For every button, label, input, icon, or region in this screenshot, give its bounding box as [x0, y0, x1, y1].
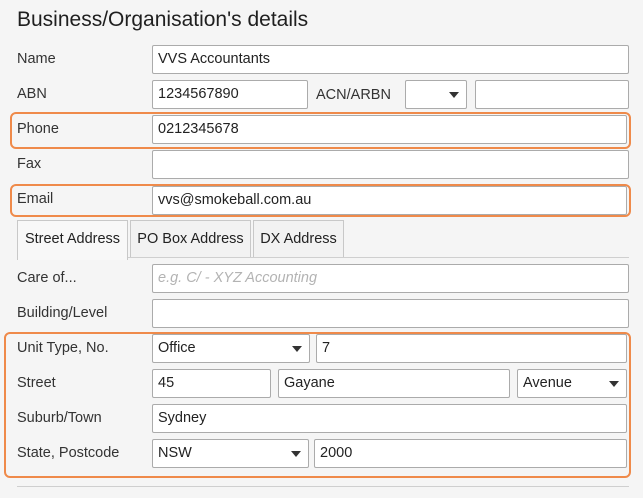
fax-input[interactable] [152, 150, 629, 179]
bottom-divider [17, 486, 629, 487]
street-label: Street [17, 375, 56, 391]
street-number-input[interactable]: 45 [152, 369, 271, 398]
tab-strip-divider [128, 257, 629, 258]
phone-input[interactable]: 0212345678 [152, 115, 627, 144]
chevron-down-icon [609, 381, 619, 387]
street-name-input[interactable]: Gayane [278, 369, 510, 398]
unit-type-label: Unit Type, No. [17, 340, 109, 356]
building-level-input[interactable] [152, 299, 629, 328]
state-value: NSW [158, 445, 192, 461]
street-type-select[interactable]: Avenue [517, 369, 627, 398]
name-label: Name [17, 51, 56, 67]
acn-type-select[interactable] [405, 80, 467, 109]
acn-label: ACN/ARBN [316, 87, 391, 103]
unit-number-input[interactable]: 7 [316, 334, 627, 363]
section-title: Business/Organisation's details [17, 8, 309, 31]
phone-label: Phone [17, 121, 59, 137]
abn-input[interactable]: 1234567890 [152, 80, 308, 109]
building-level-label: Building/Level [17, 305, 108, 321]
care-of-label: Care of... [17, 270, 77, 286]
email-input[interactable]: vvs@smokeball.com.au [152, 186, 627, 215]
name-input[interactable]: VVS Accountants [152, 45, 629, 74]
postcode-input[interactable]: 2000 [314, 439, 627, 468]
abn-label: ABN [17, 86, 47, 102]
email-label: Email [17, 191, 54, 207]
street-type-value: Avenue [523, 375, 572, 391]
tab-street-address[interactable]: Street Address [17, 220, 128, 260]
chevron-down-icon [291, 451, 301, 457]
chevron-down-icon [449, 92, 459, 98]
care-of-input[interactable]: e.g. C/ - XYZ Accounting [152, 264, 629, 293]
state-select[interactable]: NSW [152, 439, 309, 468]
chevron-down-icon [292, 346, 302, 352]
tab-po-box-address[interactable]: PO Box Address [130, 220, 251, 258]
tab-dx-address[interactable]: DX Address [253, 220, 344, 258]
fax-label: Fax [17, 156, 42, 172]
unit-type-value: Office [158, 340, 196, 356]
state-postcode-label: State, Postcode [17, 445, 120, 461]
suburb-input[interactable]: Sydney [152, 404, 627, 433]
suburb-label: Suburb/Town [17, 410, 102, 426]
acn-input[interactable] [475, 80, 629, 109]
unit-type-select[interactable]: Office [152, 334, 310, 363]
